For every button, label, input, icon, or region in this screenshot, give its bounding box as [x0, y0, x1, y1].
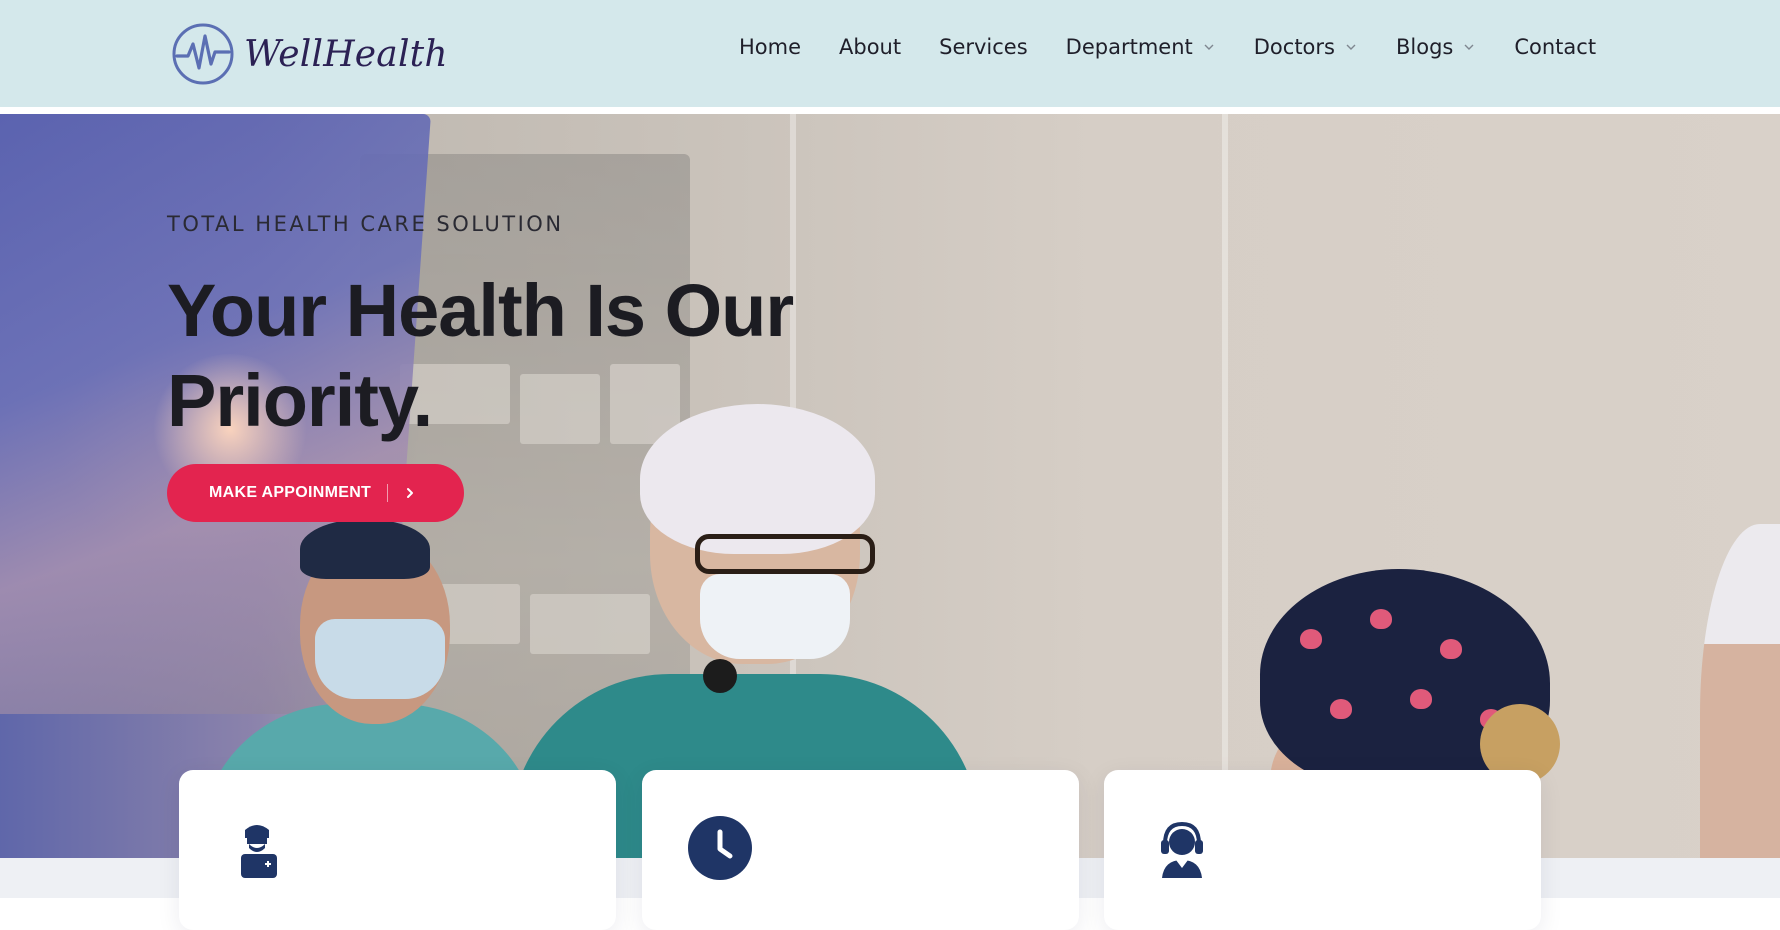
brand-logo[interactable]: WellHealth [171, 22, 448, 86]
nav-item-label: Doctors [1253, 35, 1335, 59]
support-agent-icon [1161, 821, 1203, 878]
hero-title: Your Health Is Our Priority. [167, 269, 794, 442]
staff-far-right [1700, 524, 1780, 858]
heartbeat-logo-icon [172, 23, 234, 85]
headset-microphone [703, 659, 737, 693]
nav-item-label: About [839, 35, 902, 59]
chevron-right-icon [407, 488, 414, 498]
hero-section: TOTAL HEALTH CARE SOLUTION Your Health I… [0, 114, 1780, 858]
surgeon-left-mask [315, 619, 445, 699]
feature-card-hours[interactable] [642, 770, 1079, 930]
nav-item-home[interactable]: Home [739, 35, 801, 59]
nav-item-department[interactable]: Department [1066, 35, 1216, 59]
make-appointment-button[interactable]: MAKE APPOINMENT [167, 464, 464, 522]
brand-name: WellHealth [244, 33, 448, 75]
clock-icon [688, 816, 752, 880]
feature-card-support[interactable] [1104, 770, 1541, 930]
button-divider [387, 484, 389, 502]
main-nav: Home About Services Department Doctors B… [739, 30, 1596, 64]
nav-item-label: Contact [1514, 35, 1597, 59]
wall-pillar [1222, 114, 1228, 858]
nav-item-label: Home [739, 35, 802, 59]
nav-item-blogs[interactable]: Blogs [1396, 35, 1476, 59]
surgeon-center-mask [700, 574, 850, 659]
surgeon-glasses [695, 534, 875, 574]
chevron-down-icon [1346, 44, 1356, 50]
nav-item-services[interactable]: Services [939, 35, 1028, 59]
chevron-down-icon [1204, 44, 1214, 50]
site-header: WellHealth Home About Services Departmen… [0, 0, 1780, 107]
nav-item-about[interactable]: About [839, 35, 901, 59]
hero-kicker: TOTAL HEALTH CARE SOLUTION [167, 212, 564, 236]
surgeon-left-cap [300, 519, 430, 579]
doctor-icon [241, 825, 277, 878]
chevron-down-icon [1464, 44, 1474, 50]
header-divider [0, 107, 1780, 114]
nav-item-contact[interactable]: Contact [1514, 35, 1596, 59]
nav-item-doctors[interactable]: Doctors [1254, 35, 1358, 59]
nav-item-label: Blogs [1395, 35, 1454, 59]
make-appointment-label: MAKE APPOINMENT [209, 484, 372, 501]
feature-card-doctors[interactable] [179, 770, 616, 930]
nav-item-label: Services [939, 35, 1028, 59]
nav-item-label: Department [1065, 35, 1193, 59]
